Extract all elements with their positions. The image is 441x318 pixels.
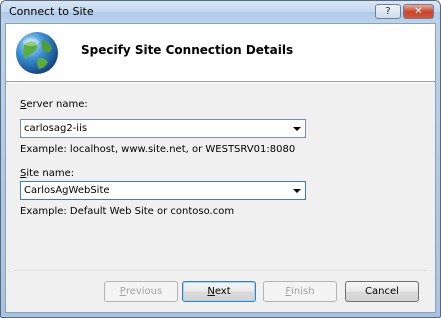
chevron-down-icon[interactable] xyxy=(293,127,301,131)
page-title: Specify Site Connection Details xyxy=(81,43,294,57)
dialog-client: Specify Site Connection Details Server n… xyxy=(5,23,436,313)
server-name-combobox[interactable]: carlosag2-iis xyxy=(20,119,306,138)
server-example: Example: localhost, www.site.net, or WES… xyxy=(20,144,296,155)
server-name-label: Server name: xyxy=(20,99,88,110)
help-button[interactable]: ? xyxy=(375,4,401,19)
form-area: Server name: carlosag2-iis Example: loca… xyxy=(6,83,435,270)
connect-dialog: Connect to Site ? ✕ Specify Site Connect… xyxy=(0,0,441,318)
next-button[interactable]: Next xyxy=(182,281,256,302)
close-button[interactable]: ✕ xyxy=(403,4,434,19)
footer-divider xyxy=(14,270,427,271)
close-icon: ✕ xyxy=(414,5,423,17)
previous-button[interactable]: Previous xyxy=(104,281,178,302)
finish-button[interactable]: Finish xyxy=(263,281,337,302)
window-title: Connect to Site xyxy=(9,5,94,18)
cancel-button[interactable]: Cancel xyxy=(345,281,419,302)
help-icon: ? xyxy=(385,5,391,17)
globe-icon xyxy=(16,32,58,74)
wizard-header: Specify Site Connection Details xyxy=(6,24,435,80)
server-name-value: carlosag2-iis xyxy=(24,123,88,134)
site-name-label: Site name: xyxy=(20,168,75,179)
site-name-combobox[interactable]: CarlosAgWebSite xyxy=(20,181,306,200)
title-bar[interactable]: Connect to Site ? ✕ xyxy=(1,1,440,23)
site-example: Example: Default Web Site or contoso.com xyxy=(20,206,235,217)
site-name-value: CarlosAgWebSite xyxy=(24,185,110,196)
chevron-down-icon[interactable] xyxy=(293,189,301,193)
